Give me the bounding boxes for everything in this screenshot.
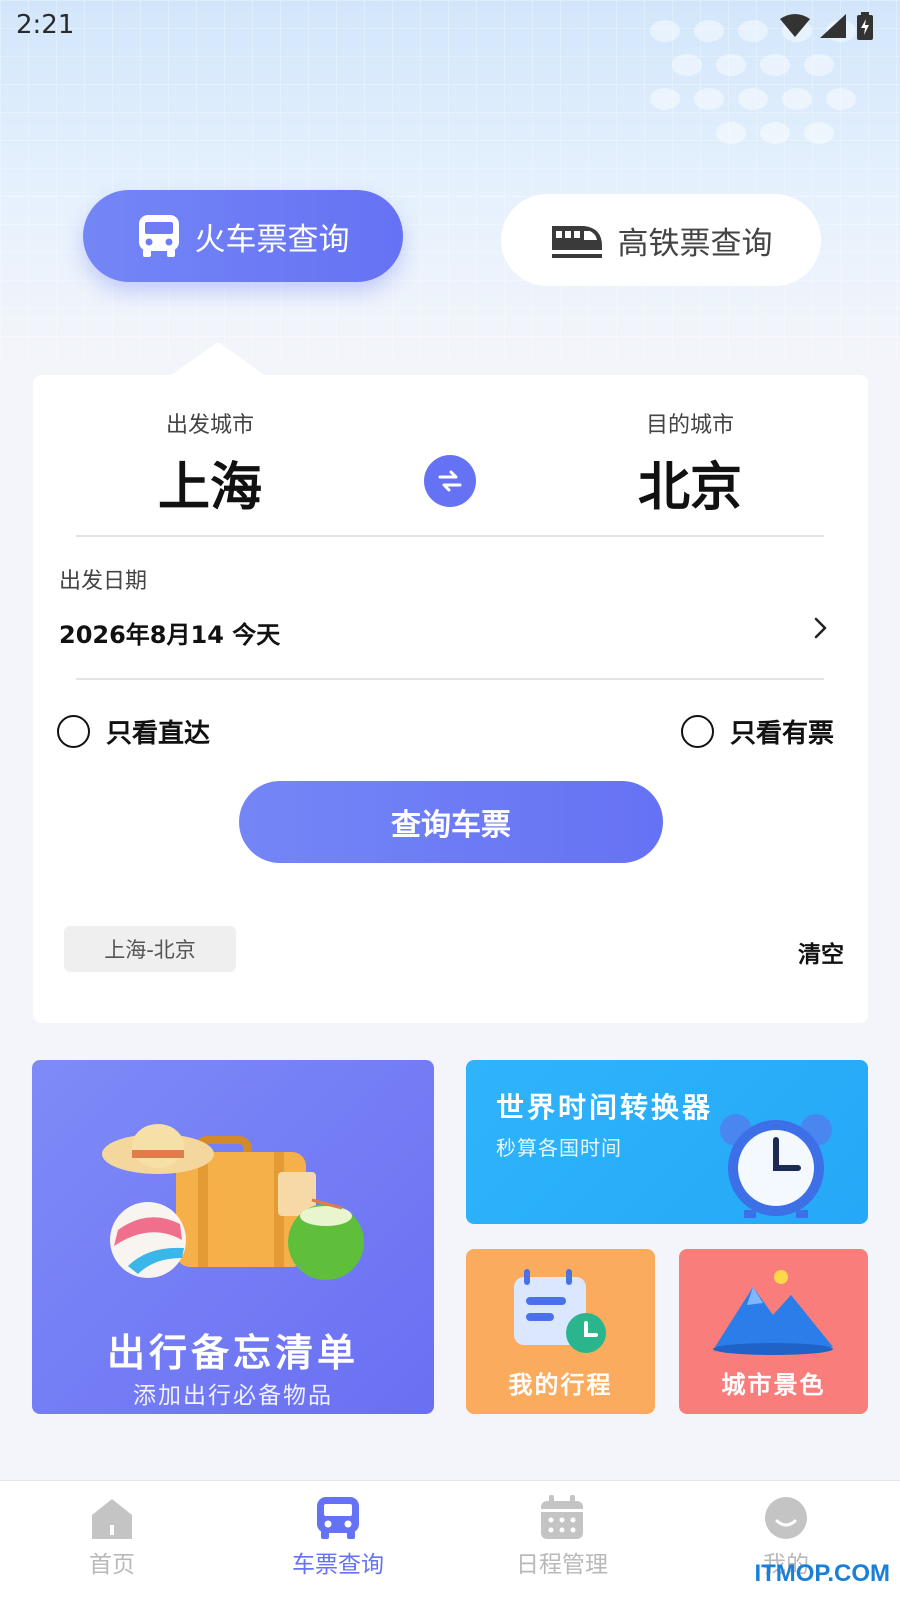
world-clock-tile[interactable]: 世界时间转换器 秒算各国时间 [466, 1060, 868, 1224]
tab-train-ticket[interactable]: 火车票查询 [83, 190, 403, 282]
checklist-subtitle: 添加出行必备物品 [133, 1383, 333, 1409]
schedule-clock-icon [514, 1269, 606, 1353]
direct-only-radio[interactable] [57, 715, 90, 748]
watermark: ITMOP.COM [754, 1560, 890, 1587]
search-tickets-button[interactable]: 查询车票 [239, 781, 663, 863]
battery-icon [857, 12, 873, 40]
departure-date-value[interactable]: 2026年8月14 今天 [59, 615, 280, 650]
checklist-title: 出行备忘清单 [106, 1331, 359, 1375]
clear-history-button[interactable]: 清空 [798, 935, 844, 969]
divider [76, 678, 824, 680]
signal-icon [820, 14, 846, 38]
from-city-label: 出发城市 [165, 413, 254, 438]
chevron-right-icon[interactable] [805, 613, 835, 643]
available-only-radio[interactable] [681, 715, 714, 748]
direct-only-label: 只看直达 [106, 719, 211, 749]
nav-item-ticket-search[interactable]: 车票查询 [268, 1495, 408, 1579]
to-city-label: 目的城市 [645, 413, 734, 438]
swap-cities-button[interactable] [424, 455, 476, 507]
world-clock-title: 世界时间转换器 [496, 1091, 714, 1124]
status-icons [780, 12, 874, 40]
bus-icon [317, 1497, 359, 1539]
ticket-search-card: 出发城市 上海 目的城市 北京 出发日期 2026年8月14 今天 只看直达 只… [33, 375, 868, 1023]
tab-high-speed-ticket[interactable]: 高铁票查询 [501, 194, 821, 286]
alarm-clock-icon [720, 1114, 832, 1218]
from-city[interactable]: 上海 [90, 445, 330, 520]
nav-label-home: 首页 [89, 1552, 135, 1578]
travel-checklist-tile[interactable]: 出行备忘清单 添加出行必备物品 [32, 1060, 434, 1414]
wifi-icon [780, 14, 810, 37]
nav-item-schedule[interactable]: 日程管理 [492, 1495, 632, 1579]
nav-item-home[interactable]: 首页 [42, 1495, 182, 1579]
city-scenery-tile[interactable]: 城市景色 [679, 1249, 868, 1414]
card-pointer [170, 342, 266, 376]
world-clock-subtitle: 秒算各国时间 [496, 1136, 622, 1160]
search-history-chip[interactable]: 上海-北京 [64, 926, 236, 972]
city-scenery-title: 城市景色 [721, 1371, 826, 1399]
my-trips-title: 我的行程 [508, 1371, 613, 1399]
departure-date-label: 出发日期 [59, 569, 148, 594]
my-trips-tile[interactable]: 我的行程 [466, 1249, 655, 1414]
divider [76, 535, 824, 537]
calendar-icon [541, 1495, 583, 1539]
tab-train-label: 火车票查询 [194, 221, 350, 258]
swap-icon [438, 470, 462, 492]
bus-icon [138, 215, 179, 257]
home-icon [92, 1499, 132, 1539]
high-speed-train-icon [551, 226, 602, 258]
available-only-label: 只看有票 [730, 719, 835, 749]
status-bar: 2:21 [0, 0, 900, 50]
status-time: 2:21 [16, 10, 75, 40]
profile-icon [765, 1497, 807, 1539]
available-only-option[interactable]: 只看有票 [681, 713, 834, 750]
luggage-illustration-icon [102, 1124, 364, 1280]
nav-label-ticket-search: 车票查询 [292, 1552, 384, 1578]
tab-high-speed-label: 高铁票查询 [617, 225, 773, 262]
mountain-icon [713, 1270, 833, 1355]
nav-label-schedule: 日程管理 [516, 1552, 608, 1578]
hero-background [0, 0, 900, 360]
direct-only-option[interactable]: 只看直达 [57, 713, 210, 750]
to-city[interactable]: 北京 [570, 445, 810, 520]
